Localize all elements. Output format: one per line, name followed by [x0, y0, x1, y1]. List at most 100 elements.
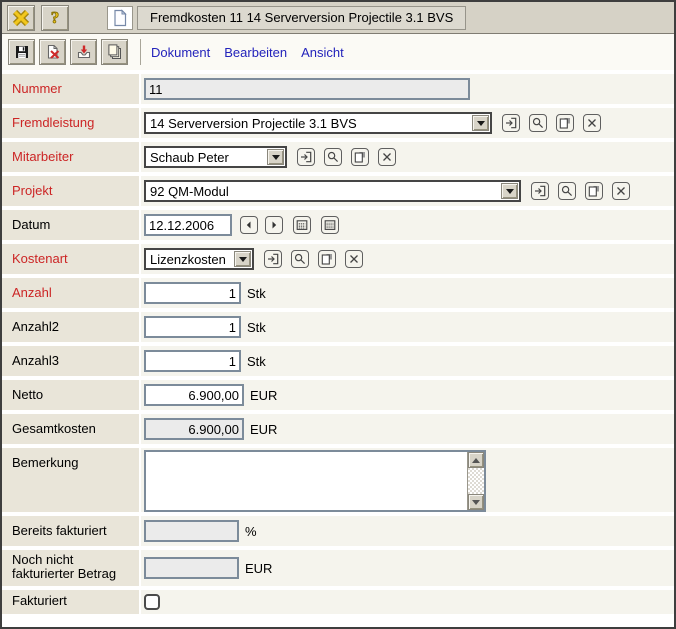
- menu-bearbeiten[interactable]: Bearbeiten: [224, 45, 287, 60]
- copy-record-icon: [588, 185, 600, 197]
- floppy-disk-icon: [14, 44, 30, 60]
- search-icon: [561, 185, 573, 197]
- anzahl3-label: Anzahl3: [2, 346, 139, 376]
- netto-input[interactable]: [144, 384, 244, 406]
- fakturiert-label: Fakturiert: [2, 590, 139, 614]
- open-record-button[interactable]: [297, 148, 315, 166]
- toolbar-separator: [140, 39, 141, 65]
- noch-nicht-fakturiert-label: Noch nicht fakturierter Betrag: [2, 550, 139, 586]
- scroll-up-button[interactable]: [468, 452, 484, 468]
- dropdown-arrow-icon[interactable]: [267, 149, 284, 165]
- mitarbeiter-selected-value: Schaub Peter: [146, 150, 267, 165]
- open-record-button[interactable]: [264, 250, 282, 268]
- row-anzahl2: Anzahl2 Stk: [2, 312, 674, 342]
- clear-x-icon: [586, 117, 598, 129]
- fremdleistung-select[interactable]: 14 Serverversion Projectile 3.1 BVS: [144, 112, 492, 134]
- copy-record-button[interactable]: [318, 250, 336, 268]
- dropdown-arrow-icon[interactable]: [472, 115, 489, 131]
- question-mark-icon: ?: [45, 8, 65, 28]
- calendar-button[interactable]: [293, 216, 311, 234]
- tray-red-arrow-icon: [76, 44, 92, 60]
- search-button[interactable]: [291, 250, 309, 268]
- anzahl-input[interactable]: [144, 282, 241, 304]
- search-button[interactable]: [324, 148, 342, 166]
- kostenart-select[interactable]: Lizenzkosten: [144, 248, 254, 270]
- scroll-down-button[interactable]: [468, 494, 484, 510]
- gesamtkosten-input[interactable]: [144, 418, 244, 440]
- anzahl2-input[interactable]: [144, 316, 241, 338]
- kostenart-label: Kostenart: [2, 244, 139, 274]
- clear-button[interactable]: [583, 114, 601, 132]
- nummer-label: Nummer: [2, 74, 139, 104]
- row-netto: Netto EUR: [2, 380, 674, 410]
- search-icon: [327, 151, 339, 163]
- svg-text:?: ?: [51, 8, 60, 27]
- copy-record-icon: [321, 253, 333, 265]
- projekt-selected-value: 92 QM-Modul: [146, 184, 501, 199]
- dropdown-arrow-icon[interactable]: [501, 183, 518, 199]
- projekt-select[interactable]: 92 QM-Modul: [144, 180, 521, 202]
- copy-record-button[interactable]: [556, 114, 574, 132]
- title-bar: ? Fremdkosten 11 14 Serverversion Projec…: [2, 2, 674, 34]
- save-button[interactable]: [8, 39, 35, 65]
- dropdown-arrow-icon[interactable]: [234, 251, 251, 267]
- previous-day-icon: [243, 219, 255, 231]
- close-icon: [11, 8, 31, 28]
- gesamtkosten-label: Gesamtkosten: [2, 414, 139, 444]
- kostenart-selected-value: Lizenzkosten: [146, 252, 234, 267]
- import-button[interactable]: [70, 39, 97, 65]
- open-record-button[interactable]: [531, 182, 549, 200]
- menu-dokument[interactable]: Dokument: [151, 45, 210, 60]
- close-button[interactable]: [7, 5, 35, 31]
- bemerkung-textarea[interactable]: [146, 452, 467, 510]
- bemerkung-label: Bemerkung: [2, 448, 139, 512]
- copy-record-icon: [559, 117, 571, 129]
- search-icon: [532, 117, 544, 129]
- clear-button[interactable]: [345, 250, 363, 268]
- bemerkung-textarea-frame: [144, 450, 486, 512]
- clear-x-icon: [381, 151, 393, 163]
- noch-nicht-fakturiert-unit: EUR: [245, 561, 272, 576]
- copy-record-button[interactable]: [585, 182, 603, 200]
- menu-ansicht[interactable]: Ansicht: [301, 45, 344, 60]
- row-bereits-fakturiert: Bereits fakturiert %: [2, 516, 674, 546]
- row-projekt: Projekt 92 QM-Modul: [2, 176, 674, 206]
- help-button[interactable]: ?: [41, 5, 69, 31]
- application-window: ? Fremdkosten 11 14 Serverversion Projec…: [0, 0, 676, 629]
- anzahl-unit: Stk: [247, 286, 266, 301]
- row-datum: Datum: [2, 210, 674, 240]
- anzahl3-input[interactable]: [144, 350, 241, 372]
- delete-document-button[interactable]: [39, 39, 66, 65]
- row-mitarbeiter: Mitarbeiter Schaub Peter: [2, 142, 674, 172]
- fakturiert-checkbox[interactable]: [144, 594, 160, 610]
- open-record-button[interactable]: [502, 114, 520, 132]
- anzahl3-unit: Stk: [247, 354, 266, 369]
- row-noch-nicht-fakturiert: Noch nicht fakturierter Betrag EUR: [2, 550, 674, 586]
- nummer-input[interactable]: [144, 78, 470, 100]
- open-record-icon: [267, 253, 279, 265]
- anzahl2-label: Anzahl2: [2, 312, 139, 342]
- mitarbeiter-select[interactable]: Schaub Peter: [144, 146, 287, 168]
- row-kostenart: Kostenart Lizenzkosten: [2, 244, 674, 274]
- open-record-icon: [505, 117, 517, 129]
- search-button[interactable]: [558, 182, 576, 200]
- clear-button[interactable]: [612, 182, 630, 200]
- next-day-icon: [268, 219, 280, 231]
- search-button[interactable]: [529, 114, 547, 132]
- previous-day-button[interactable]: [240, 216, 258, 234]
- clear-x-icon: [615, 185, 627, 197]
- noch-nicht-fakturiert-input[interactable]: [144, 557, 239, 579]
- next-day-button[interactable]: [265, 216, 283, 234]
- bereits-fakturiert-input[interactable]: [144, 520, 239, 542]
- scrollbar[interactable]: [467, 452, 484, 510]
- copy-document-button[interactable]: [101, 39, 128, 65]
- copy-record-button[interactable]: [351, 148, 369, 166]
- calendar-month-button[interactable]: [321, 216, 339, 234]
- netto-label: Netto: [2, 380, 139, 410]
- datum-input[interactable]: [144, 214, 232, 236]
- row-nummer: Nummer: [2, 74, 674, 104]
- netto-unit: EUR: [250, 388, 277, 403]
- row-anzahl3: Anzahl3 Stk: [2, 346, 674, 376]
- calendar-icon: [296, 219, 308, 231]
- clear-button[interactable]: [378, 148, 396, 166]
